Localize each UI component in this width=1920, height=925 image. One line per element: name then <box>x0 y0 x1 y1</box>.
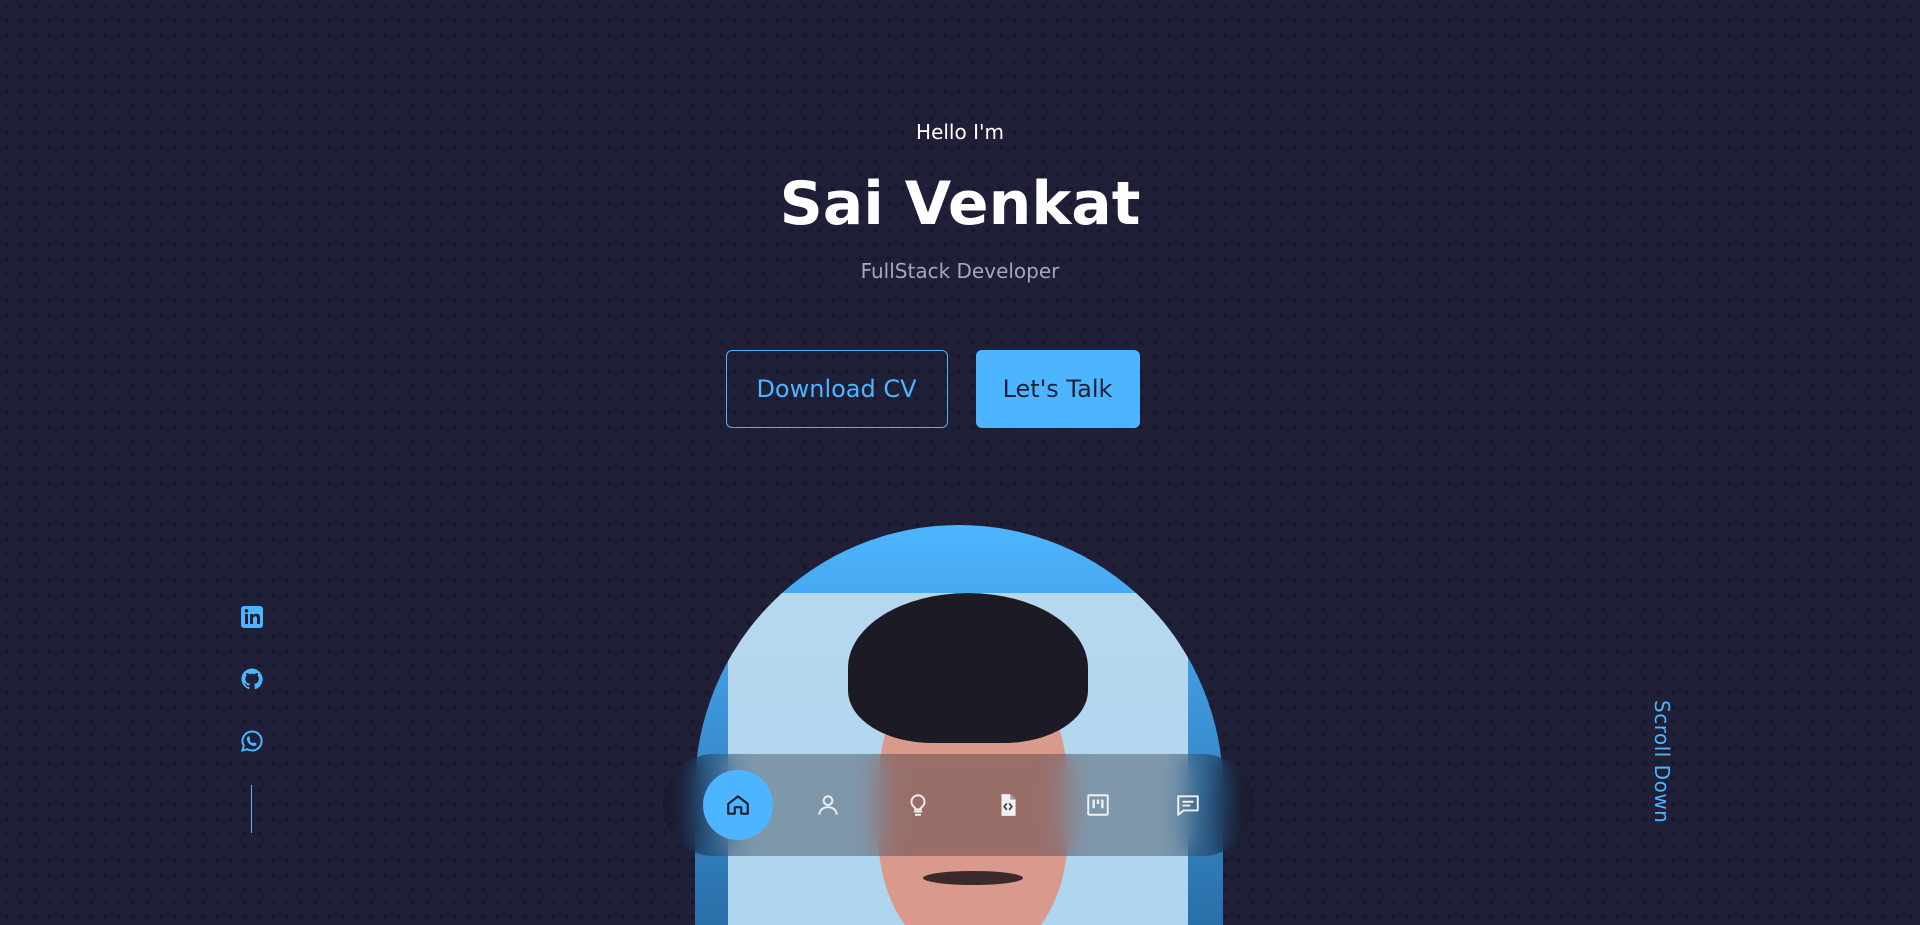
nav-projects[interactable] <box>973 770 1043 840</box>
nav-home[interactable] <box>703 770 773 840</box>
nav-portfolio[interactable] <box>1063 770 1133 840</box>
nav-skills[interactable] <box>883 770 953 840</box>
bottom-nav <box>663 754 1253 856</box>
message-icon <box>1177 795 1199 816</box>
download-cv-button[interactable]: Download CV <box>725 350 948 428</box>
photo-hair <box>848 593 1088 743</box>
hero-role: FullStack Developer <box>860 259 1060 283</box>
hero-name: Sai Venkat <box>779 169 1141 239</box>
code-file-icon <box>1001 794 1016 816</box>
cta-buttons: Download CV Let's Talk <box>0 350 1920 428</box>
user-icon <box>818 795 838 815</box>
nav-contact[interactable] <box>1153 770 1223 840</box>
home-icon <box>727 795 749 815</box>
social-divider-line <box>251 785 252 833</box>
nav-about[interactable] <box>793 770 863 840</box>
github-icon[interactable] <box>239 666 265 692</box>
kanban-icon <box>1087 794 1109 816</box>
portrait-frame <box>695 525 1223 925</box>
photo-moustache <box>923 871 1023 885</box>
social-links <box>236 604 268 754</box>
lets-talk-button[interactable]: Let's Talk <box>975 350 1140 428</box>
linkedin-icon[interactable] <box>239 604 265 630</box>
lightbulb-icon <box>910 794 926 816</box>
greeting-text: Hello I'm <box>916 120 1004 144</box>
scroll-down-link[interactable]: Scroll Down <box>1650 700 1674 823</box>
whatsapp-icon[interactable] <box>239 728 265 754</box>
